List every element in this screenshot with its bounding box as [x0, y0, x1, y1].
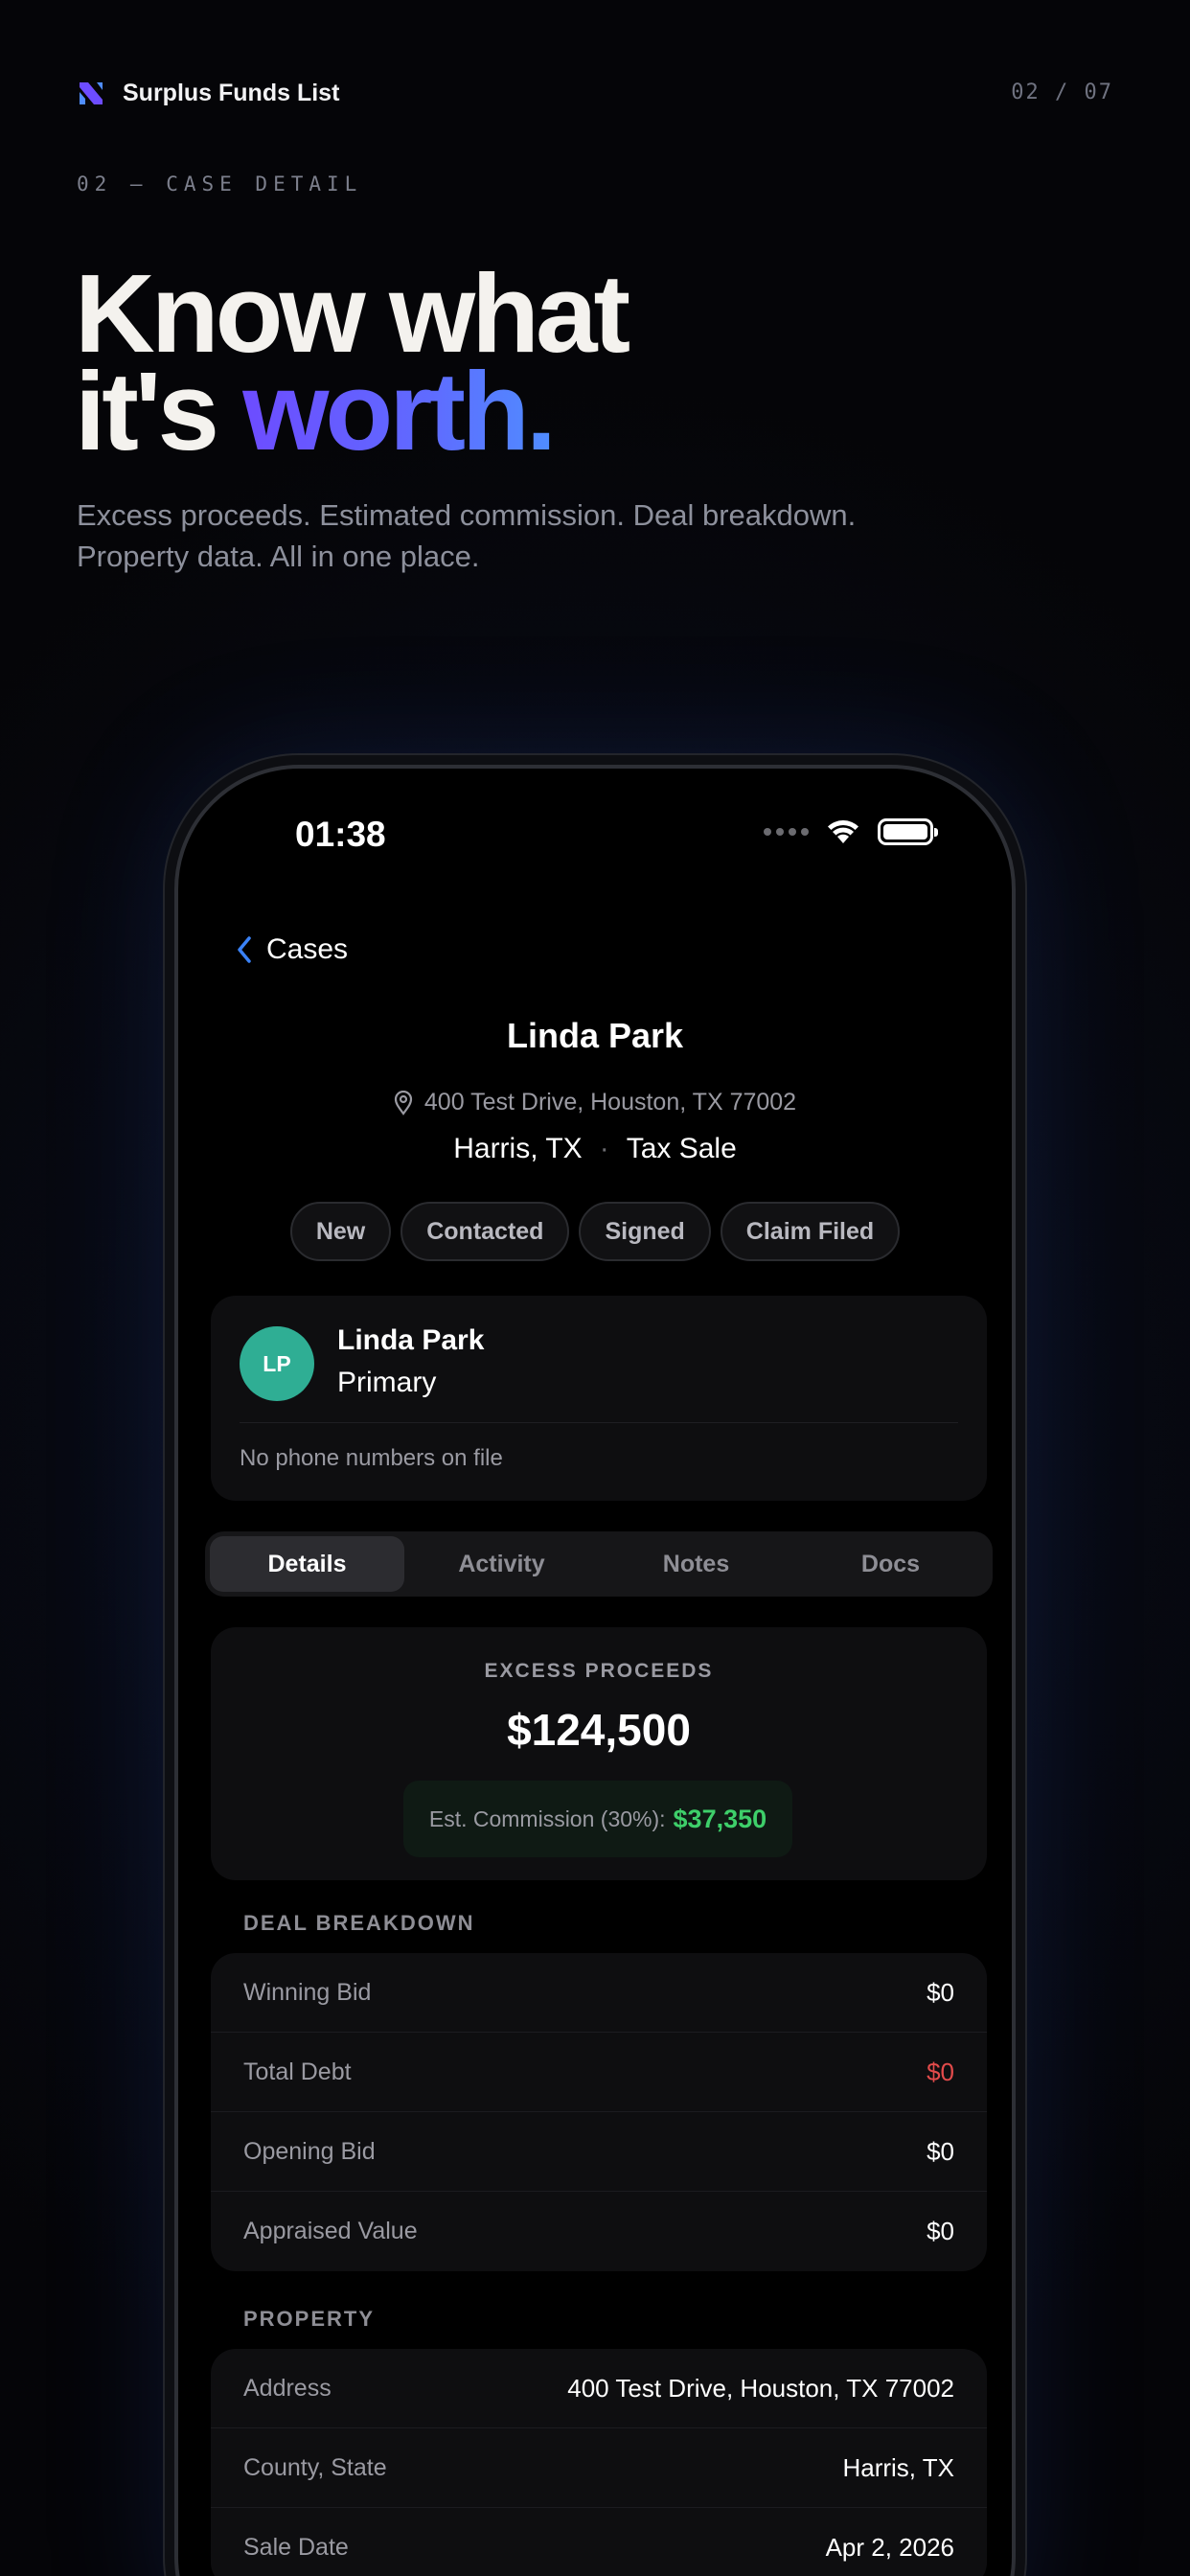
contact-name: Linda Park: [337, 1324, 485, 1356]
deal-breakdown-card: Winning Bid $0 Total Debt $0 Opening Bid…: [211, 1953, 987, 2271]
brand-name: Surplus Funds List: [123, 79, 340, 106]
deal-row-appraised-value: Appraised Value $0: [211, 2192, 987, 2271]
row-label: Total Debt: [243, 2058, 352, 2085]
phone-frame: 01:38 Cases Linda Park 400 Test Drive, H…: [174, 765, 1016, 2576]
row-label: County, State: [243, 2453, 387, 2481]
commission-label: Est. Commission (30%):: [428, 1806, 666, 1831]
brand: Surplus Funds List: [77, 79, 339, 107]
cellular-signal-icon: [764, 828, 809, 836]
row-value: $0: [927, 2057, 954, 2086]
tab-notes[interactable]: Notes: [599, 1536, 793, 1592]
deal-row-winning-bid: Winning Bid $0: [211, 1953, 987, 2033]
row-label: Address: [243, 2374, 332, 2402]
property-row-sale-date: Sale Date Apr 2, 2026: [211, 2508, 987, 2576]
contact-card[interactable]: LP Linda Park Primary No phone numbers o…: [211, 1296, 987, 1501]
contact-role: Primary: [337, 1367, 437, 1398]
location-pin-icon: [394, 1090, 412, 1116]
tab-details[interactable]: Details: [210, 1536, 404, 1592]
case-address-text: 400 Test Drive, Houston, TX 77002: [423, 1089, 797, 1116]
case-name-title: Linda Park: [506, 1016, 684, 1055]
deal-row-total-debt: Total Debt $0: [211, 2033, 987, 2112]
row-value: Harris, TX: [842, 2452, 954, 2482]
avatar: LP: [240, 1326, 314, 1401]
status-chip-contacted[interactable]: Contacted: [400, 1202, 570, 1261]
contact-phone-note: No phone numbers on file: [240, 1445, 503, 1471]
commission-value: $37,350: [673, 1804, 767, 1833]
tab-activity[interactable]: Activity: [404, 1536, 599, 1592]
headline-line-2-prefix: it's: [75, 349, 243, 473]
meta-separator: ·: [599, 1133, 609, 1164]
case-meta: Harris, TX · Tax Sale: [178, 1133, 1012, 1165]
excess-proceeds-card: EXCESS PROCEEDS $124,500 Est. Commission…: [211, 1627, 987, 1880]
excess-proceeds-label: EXCESS PROCEEDS: [484, 1660, 714, 1682]
chevron-left-icon: [238, 936, 251, 963]
headline-accent: worth.: [242, 349, 557, 473]
subhead: Excess proceeds. Estimated commission. D…: [77, 494, 1035, 577]
status-chip-signed[interactable]: Signed: [579, 1202, 711, 1261]
wifi-icon: [828, 820, 858, 843]
case-county: Harris, TX: [453, 1133, 583, 1164]
section-label: 02 — CASE DETAIL: [77, 172, 363, 196]
segmented-tabs: Details Activity Notes Docs: [205, 1531, 993, 1597]
row-label: Appraised Value: [243, 2218, 418, 2244]
battery-icon: [878, 818, 938, 845]
status-chip-claim-filed[interactable]: Claim Filed: [720, 1202, 901, 1261]
subhead-line-1: Excess proceeds. Estimated commission. D…: [77, 498, 857, 532]
row-value: Apr 2, 2026: [825, 2533, 954, 2562]
deal-breakdown-heading: DEAL BREAKDOWN: [243, 1911, 475, 1935]
commission-badge: Est. Commission (30%): $37,350: [403, 1781, 792, 1857]
row-value: $0: [927, 2217, 954, 2245]
property-row-address: Address 400 Test Drive, Houston, TX 7700…: [211, 2349, 987, 2428]
row-label: Winning Bid: [243, 1978, 372, 2006]
back-label: Cases: [266, 933, 349, 965]
tab-docs[interactable]: Docs: [793, 1536, 988, 1592]
headline: Know what it's worth.: [75, 258, 630, 467]
divider: [240, 1422, 958, 1423]
property-row-county-state: County, State Harris, TX: [211, 2428, 987, 2508]
status-icons: [764, 818, 938, 845]
case-sale-type: Tax Sale: [626, 1133, 737, 1164]
subhead-line-2: Property data. All in one place.: [77, 540, 480, 573]
row-value: $0: [927, 2136, 954, 2166]
excess-proceeds-value: $124,500: [507, 1705, 691, 1755]
brand-mark-icon: [80, 82, 103, 104]
row-value: $0: [927, 1977, 954, 2007]
deal-row-opening-bid: Opening Bid $0: [211, 2112, 987, 2192]
back-button[interactable]: Cases: [236, 933, 348, 966]
property-card: Address 400 Test Drive, Houston, TX 7700…: [211, 2349, 987, 2576]
page-indicator: 02 / 07: [1011, 80, 1113, 104]
row-label: Sale Date: [243, 2534, 349, 2561]
row-value: 400 Test Drive, Houston, TX 77002: [567, 2373, 954, 2403]
case-address: 400 Test Drive, Houston, TX 77002: [178, 1089, 1012, 1116]
row-label: Opening Bid: [243, 2137, 376, 2165]
status-chip-new[interactable]: New: [289, 1202, 392, 1261]
property-heading: PROPERTY: [243, 2307, 376, 2331]
status-time: 01:38: [295, 815, 386, 854]
status-chip-group: New Contacted Signed Claim Filed: [178, 1202, 1012, 1261]
